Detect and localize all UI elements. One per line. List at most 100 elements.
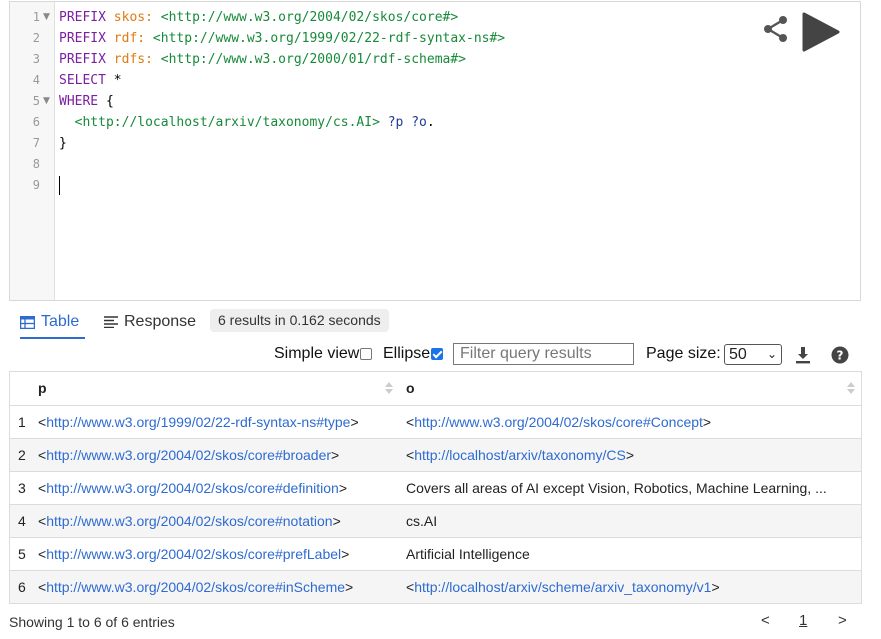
variables: ?p ?o (379, 115, 427, 130)
bracket: > (350, 414, 359, 430)
code-line: PREFIX rdf: <http://www.w3.org/1999/02/2… (59, 28, 505, 49)
row-index: 5 (18, 546, 26, 562)
line-number: 6 (32, 115, 40, 129)
cell-p: <http://www.w3.org/2004/02/skos/core#bro… (38, 439, 339, 471)
iri-link[interactable]: http://localhost/arxiv/scheme/arxiv_taxo… (414, 579, 711, 595)
lines-icon (104, 316, 118, 328)
line-number: 3 (32, 52, 40, 66)
iri-link[interactable]: http://localhost/arxiv/taxonomy/CS (414, 447, 626, 463)
simple-view-label: Simple view (274, 345, 360, 362)
ellipse-toggle[interactable]: Ellipse (383, 341, 444, 367)
pagination-next-button[interactable]: > (838, 612, 847, 629)
iri-link[interactable]: http://www.w3.org/2004/02/skos/core#nota… (46, 513, 332, 529)
code-line: PREFIX skos: <http://www.w3.org/2004/02/… (59, 7, 458, 28)
line-gutter: 1 ▼ 2 3 4 5 ▼ 6 7 8 9 (10, 2, 55, 300)
cell-o: Covers all areas of AI except Vision, Ro… (406, 480, 827, 496)
bracket: < (38, 513, 47, 529)
cell-o: <http://www.w3.org/2004/02/skos/core#Con… (406, 406, 852, 438)
bracket: < (406, 414, 415, 430)
keyword: WHERE (59, 94, 99, 109)
sort-icon[interactable] (846, 380, 856, 396)
column-header-p[interactable]: p (38, 380, 47, 396)
tab-table[interactable]: Table (20, 307, 86, 339)
iri-link[interactable]: http://www.w3.org/2004/02/skos/core#inSc… (46, 579, 345, 595)
ellipse-checkbox[interactable] (431, 348, 444, 360)
prefix-name: skos: (113, 10, 153, 25)
pagination-prev-button[interactable]: < (761, 612, 770, 629)
bracket: < (38, 480, 47, 496)
prefix-name: rdfs: (113, 52, 153, 67)
results-table: p o 1 <http://www.w3.org/1999/02/22-rdf-… (9, 371, 862, 604)
iri-link[interactable]: http://www.w3.org/1999/02/22-rdf-syntax-… (46, 414, 350, 430)
iri-link[interactable]: http://www.w3.org/2004/02/skos/core#broa… (46, 447, 331, 463)
tab-response[interactable]: Response (104, 307, 196, 337)
code-text: * (105, 73, 122, 88)
iri: <http://www.w3.org/2000/01/rdf-schema#> (152, 52, 467, 67)
line-number: 2 (32, 31, 40, 45)
sort-icon[interactable] (384, 380, 394, 396)
code-line: <http://localhost/arxiv/taxonomy/cs.AI> … (59, 112, 435, 133)
line-number: 4 (32, 73, 40, 87)
page-size-value: 50 (729, 345, 747, 363)
share-icon[interactable] (763, 15, 789, 43)
bracket: < (406, 579, 415, 595)
iri-link[interactable]: http://www.w3.org/2004/02/skos/core#Conc… (414, 414, 703, 430)
cell-o: cs.AI (406, 513, 438, 529)
pagination-page-button[interactable]: 1 (799, 612, 807, 629)
bracket: > (345, 579, 354, 595)
iri: <http://localhost/arxiv/taxonomy/cs.AI> (59, 115, 380, 130)
help-icon[interactable]: ? (831, 346, 849, 364)
filter-input[interactable] (453, 343, 634, 365)
entries-info: Showing 1 to 6 of 6 entries (9, 614, 175, 630)
cell-o: <http://localhost/arxiv/taxonomy/CS> (406, 439, 852, 471)
play-icon[interactable] (801, 12, 841, 52)
row-index: 6 (18, 579, 26, 595)
prefix-name: rdf: (113, 31, 146, 46)
text-cursor (59, 176, 60, 195)
table-icon (20, 315, 35, 329)
ellipse-label: Ellipse (383, 345, 431, 362)
bracket: > (341, 546, 350, 562)
iri-link[interactable]: http://www.w3.org/2004/02/skos/core#defi… (46, 480, 339, 496)
page-size-select[interactable]: 50 ⌄ (724, 344, 782, 365)
bracket: < (38, 546, 47, 562)
code-text: } (59, 136, 67, 151)
bracket: > (331, 447, 340, 463)
cell-o: Artificial Intelligence (406, 546, 530, 562)
page-size-label: Page size: (646, 345, 721, 362)
cell-p: <http://www.w3.org/2004/02/skos/core#pre… (38, 538, 349, 570)
line-number: 5 (32, 94, 40, 108)
row-index: 4 (18, 513, 26, 529)
bracket: < (38, 414, 47, 430)
iri: <http://www.w3.org/1999/02/22-rdf-syntax… (145, 31, 506, 46)
bracket: > (702, 414, 712, 430)
table-header: p o (10, 372, 861, 406)
table-row: 5 <http://www.w3.org/2004/02/skos/core#p… (10, 538, 861, 571)
query-editor[interactable]: 1 ▼ 2 3 4 5 ▼ 6 7 8 9 PREFIX skos: <http… (9, 1, 861, 301)
chevron-down-icon: ⌄ (766, 347, 777, 361)
line-number: 9 (32, 178, 40, 192)
simple-view-toggle[interactable]: Simple view (274, 341, 373, 367)
code-line: SELECT * (59, 70, 122, 91)
fold-arrow-icon[interactable]: ▼ (43, 91, 50, 112)
keyword: SELECT (59, 73, 106, 88)
keyword: PREFIX (59, 10, 114, 25)
bracket: < (38, 447, 47, 463)
table-row: 2 <http://www.w3.org/2004/02/skos/core#b… (10, 439, 861, 472)
keyword: PREFIX (59, 31, 114, 46)
keyword: PREFIX (59, 52, 114, 67)
svg-text:?: ? (837, 349, 844, 363)
row-index: 2 (18, 447, 26, 463)
cell-o: <http://localhost/arxiv/scheme/arxiv_tax… (406, 571, 852, 603)
download-icon[interactable] (794, 346, 812, 364)
bracket: > (625, 447, 635, 463)
fold-arrow-icon[interactable]: ▼ (43, 7, 50, 28)
results-count-badge: 6 results in 0.162 seconds (210, 309, 389, 332)
iri-link[interactable]: http://www.w3.org/2004/02/skos/core#pref… (46, 546, 341, 562)
column-header-o[interactable]: o (406, 380, 415, 396)
cell-p: <http://www.w3.org/1999/02/22-rdf-syntax… (38, 406, 359, 438)
simple-view-checkbox[interactable] (360, 348, 373, 360)
code-text: . (426, 115, 435, 130)
line-number: 7 (32, 136, 40, 150)
cell-p: <http://www.w3.org/2004/02/skos/core#not… (38, 505, 341, 537)
